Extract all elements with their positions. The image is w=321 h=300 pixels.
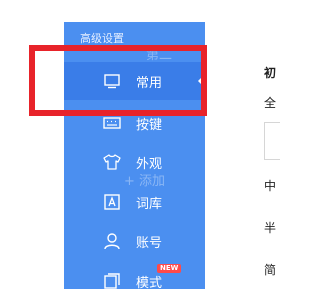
sidebar-item-account[interactable]: 账号 bbox=[64, 222, 205, 260]
content-label: 半 bbox=[264, 221, 277, 235]
sidebar-item-label: 外观 bbox=[136, 156, 163, 172]
keyboard-icon bbox=[102, 113, 122, 133]
sidebar-item-label: 账号 bbox=[136, 235, 163, 251]
content-label: 全 bbox=[264, 96, 277, 110]
background-right bbox=[280, 0, 321, 289]
content-label: 中 bbox=[264, 179, 277, 193]
background-left bbox=[0, 0, 64, 289]
shirt-icon bbox=[102, 152, 122, 172]
content-label: 简 bbox=[264, 263, 277, 277]
sidebar-item-appearance[interactable]: 外观 bbox=[64, 143, 205, 181]
sidebar-title: 高级设置 bbox=[80, 32, 124, 45]
mode-icon bbox=[102, 271, 122, 291]
content-heading: 初 bbox=[264, 66, 277, 80]
dictionary-icon bbox=[102, 192, 122, 212]
sidebar-item-label: 词库 bbox=[136, 196, 163, 212]
user-icon bbox=[102, 231, 122, 251]
sidebar-item-dictionary[interactable]: 词库 bbox=[64, 183, 205, 221]
sidebar-item-label: 模式 bbox=[136, 275, 163, 291]
sidebar-item-mode[interactable]: 模式 NEW bbox=[64, 262, 205, 300]
sidebar-item-label: 按键 bbox=[136, 117, 163, 133]
highlight-box bbox=[29, 45, 207, 116]
new-badge: NEW bbox=[157, 264, 182, 273]
